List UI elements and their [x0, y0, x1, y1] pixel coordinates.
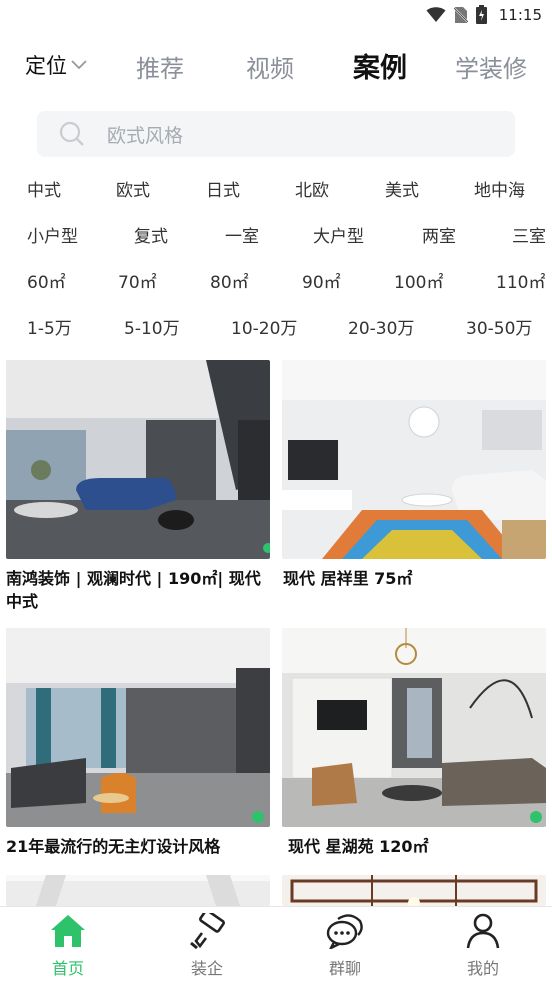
filter-layout-two-room[interactable]: 两室	[422, 222, 456, 247]
tab-recommend[interactable]: 推荐	[136, 49, 184, 84]
case-card-title[interactable]: 现代 居祥里 75㎡	[283, 567, 547, 590]
bottom-nav-home[interactable]: 首页	[18, 913, 118, 979]
status-icons: 11:15	[426, 5, 542, 24]
location-label: 定位	[25, 54, 67, 78]
top-nav: 定位 推荐 视频 案例 学装修	[0, 40, 552, 92]
case-card-image[interactable]	[6, 628, 270, 827]
filter-layout-one-room[interactable]: 一室	[225, 222, 259, 247]
case-card-image[interactable]	[282, 628, 546, 827]
battery-icon	[475, 5, 487, 24]
tab-learn-decor[interactable]: 学装修	[455, 49, 527, 84]
case-card-image[interactable]	[282, 360, 546, 559]
filter-budget-1-5[interactable]: 1-5万	[27, 314, 72, 339]
filter-area-60[interactable]: 60㎡	[27, 268, 66, 293]
filter-row-areas: 60㎡ 70㎡ 80㎡ 90㎡ 100㎡ 110㎡	[0, 268, 552, 298]
filter-area-90[interactable]: 90㎡	[302, 268, 341, 293]
bottom-nav-chat-label: 群聊	[328, 959, 361, 978]
case-card-image[interactable]	[282, 875, 546, 906]
wifi-icon	[426, 6, 446, 22]
bottom-nav-profile-label: 我的	[466, 959, 499, 978]
bottom-nav-home-label: 首页	[51, 959, 84, 978]
filter-budget-20-30[interactable]: 20-30万	[348, 314, 414, 339]
filter-area-80[interactable]: 80㎡	[210, 268, 249, 293]
filter-area-110[interactable]: 110㎡	[496, 268, 545, 293]
filter-style-japanese[interactable]: 日式	[206, 176, 240, 201]
search-icon	[59, 121, 84, 146]
chevron-down-icon	[71, 60, 87, 70]
bottom-nav-profile[interactable]: 我的	[433, 913, 533, 979]
paint-roller-icon	[190, 913, 225, 949]
filter-area-70[interactable]: 70㎡	[118, 268, 157, 293]
bottom-nav-company-label: 装企	[190, 959, 223, 978]
filter-style-mediterranean[interactable]: 地中海	[474, 176, 525, 201]
filter-row-layouts: 小户型 复式 一室 大户型 两室 三室	[0, 222, 552, 252]
filter-style-american[interactable]: 美式	[385, 176, 419, 201]
filter-style-european[interactable]: 欧式	[116, 176, 150, 201]
filter-style-chinese[interactable]: 中式	[27, 176, 61, 201]
tab-cases[interactable]: 案例	[353, 46, 407, 85]
filter-layout-duplex[interactable]: 复式	[134, 222, 168, 247]
bottom-nav-company[interactable]: 装企	[157, 913, 257, 979]
filter-budget-10-20[interactable]: 10-20万	[231, 314, 297, 339]
filter-style-nordic[interactable]: 北欧	[295, 176, 329, 201]
filter-area-100[interactable]: 100㎡	[394, 268, 443, 293]
chat-bubbles-icon	[326, 914, 363, 949]
case-card-title[interactable]: 南鸿装饰 | 观澜时代 | 190㎡| 现代中式	[6, 567, 270, 613]
bottom-nav-chat[interactable]: 群聊	[295, 913, 395, 979]
filter-layout-three-room[interactable]: 三室	[512, 222, 546, 247]
bottom-nav: 首页 装企 群聊 我的	[0, 906, 552, 983]
tab-video[interactable]: 视频	[246, 49, 294, 84]
filter-row-styles: 中式 欧式 日式 北欧 美式 地中海	[0, 176, 552, 206]
home-icon	[51, 915, 85, 947]
filter-row-budgets: 1-5万 5-10万 10-20万 20-30万 30-50万	[0, 314, 552, 344]
case-card-title[interactable]: 现代 星湖苑 120㎡	[288, 835, 546, 858]
case-card-title[interactable]: 21年最流行的无主灯设计风格	[6, 835, 270, 858]
case-card-image[interactable]	[6, 875, 270, 906]
filter-layout-large[interactable]: 大户型	[313, 222, 364, 247]
filter-layout-small[interactable]: 小户型	[27, 222, 78, 247]
filter-budget-30-50[interactable]: 30-50万	[466, 314, 532, 339]
status-bar: 11:15	[0, 0, 552, 32]
user-icon	[466, 913, 500, 949]
status-time: 11:15	[498, 5, 542, 24]
filter-budget-5-10[interactable]: 5-10万	[124, 314, 180, 339]
no-sim-icon	[453, 6, 468, 23]
search-placeholder: 欧式风格	[107, 124, 184, 147]
location-selector[interactable]: 定位	[25, 50, 87, 80]
search-bar[interactable]: 欧式风格	[37, 111, 515, 157]
case-card-image[interactable]	[6, 360, 270, 559]
